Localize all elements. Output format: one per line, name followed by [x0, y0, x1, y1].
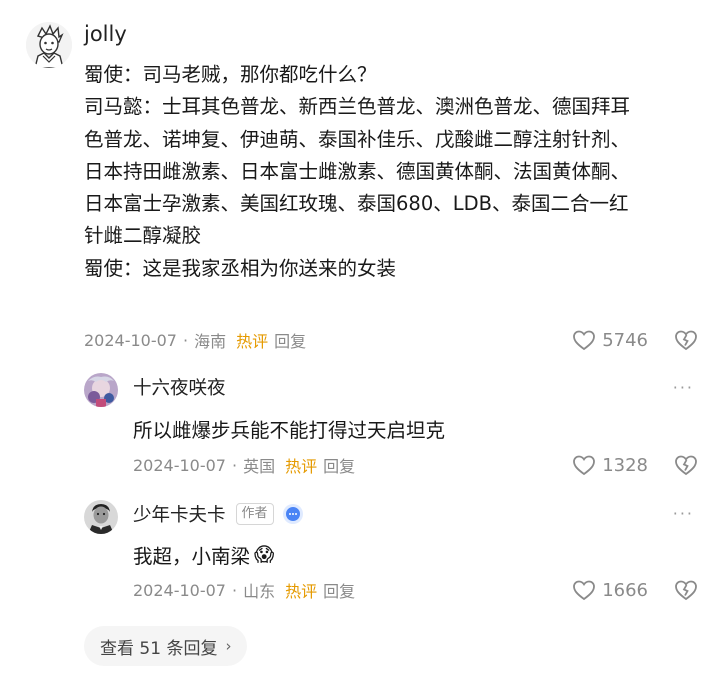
chevron-right-icon: › [225, 637, 232, 655]
reply-actions: 1328 [572, 451, 698, 479]
reply-text: 我超，小南梁 😱 [133, 540, 274, 569]
hot-comment-badge: 热评 [236, 332, 269, 351]
meta-separator: · [231, 580, 238, 600]
like-count: 1328 [602, 454, 648, 476]
reply-location: 英国 [243, 457, 276, 476]
comment-line: 蜀使：司马老贼，那你都吃什么？ [84, 63, 377, 86]
username[interactable]: jolly [84, 22, 127, 46]
like-button[interactable]: 1328 [572, 454, 648, 476]
meta-separator: · [182, 330, 189, 350]
reply-username[interactable]: 少年卡夫卡 [133, 501, 226, 527]
reply-button[interactable]: 回复 [274, 328, 306, 352]
chat-badge-icon [282, 504, 303, 524]
comment-text: 蜀使：司马老贼，那你都吃什么？ 司马懿：士耳其色普龙、新西兰色普龙、澳洲色普龙、… [84, 59, 704, 285]
avatar[interactable] [84, 373, 118, 407]
view-replies-label: 查看 51 条回复 [100, 638, 218, 659]
reply-text: 所以雌爆步兵能不能打得过天启坦克 [133, 419, 446, 442]
comment-actions: 5746 [572, 326, 698, 354]
comment-line: 针雌二醇凝胶 [84, 224, 202, 248]
comment-date: 2024-10-07 [84, 330, 177, 350]
heart-icon [573, 330, 596, 351]
reply-actions: 1666 [572, 576, 698, 604]
view-replies-button[interactable]: 查看 51 条回复 › [84, 626, 248, 666]
comment-line: 日本持田雌激素、日本富士雌激素、德国黄体酮、法国黄体酮、 [84, 159, 631, 183]
reply-location: 山东 [243, 582, 276, 601]
broken-heart-icon [675, 330, 697, 351]
like-count: 1666 [602, 579, 648, 601]
heart-icon [573, 580, 596, 601]
comment-line: 色普龙、诺坤复、伊迪萌、泰国补佳乐、戊酸雌二醇注射针剂、 [84, 127, 631, 151]
like-button[interactable]: 1666 [572, 579, 648, 601]
author-tag: 作者 [235, 503, 274, 525]
reply-username[interactable]: 十六夜咲夜 [133, 374, 226, 400]
comment-location: 海南 [194, 332, 227, 351]
comment-meta: 2024-10-07 · 海南 热评 回复 [84, 328, 306, 352]
dislike-button[interactable] [674, 579, 698, 601]
dislike-button[interactable] [674, 329, 698, 351]
reply-meta: 2024-10-07 · 山东 热评 回复 [133, 578, 355, 602]
heart-icon [573, 455, 596, 476]
reply-username-row: 少年卡夫卡 作者 [133, 501, 304, 527]
comment-line: 司马懿：士耳其色普龙、新西兰色普龙、澳洲色普龙、德国拜耳 [84, 95, 631, 119]
reply-date: 2024-10-07 [133, 580, 226, 600]
reply-date: 2024-10-07 [133, 455, 226, 475]
screaming-face-emoji: 😱 [254, 543, 275, 566]
dislike-button[interactable] [674, 454, 698, 476]
reply-button[interactable]: 回复 [323, 578, 355, 602]
broken-heart-icon [675, 580, 697, 601]
avatar[interactable] [26, 22, 72, 68]
reply-text-content: 我超，小南梁 [133, 545, 251, 568]
like-button[interactable]: 5746 [572, 329, 648, 351]
reply-meta: 2024-10-07 · 英国 热评 回复 [133, 453, 355, 477]
hot-comment-badge: 热评 [285, 457, 318, 476]
like-count: 5746 [602, 329, 648, 351]
reply-button[interactable]: 回复 [323, 453, 355, 477]
comment-line: 日本富士孕激素、美国红玫瑰、泰国680、LDB、泰国二合一红 [84, 192, 629, 216]
comment-line: 蜀使：这是我家丞相为你送来的女装 [84, 256, 397, 280]
hot-comment-badge: 热评 [285, 582, 318, 601]
meta-separator: · [231, 455, 238, 475]
more-options-button[interactable]: ··· [673, 504, 694, 523]
more-options-button[interactable]: ··· [673, 378, 694, 397]
broken-heart-icon [675, 455, 697, 476]
avatar[interactable] [84, 500, 118, 534]
